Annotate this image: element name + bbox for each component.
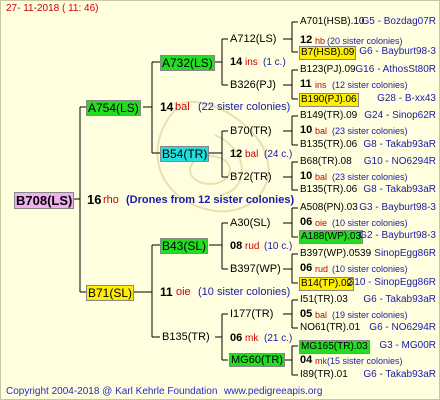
l4-location: G3 - MG00R — [379, 340, 436, 351]
l4-location: G6 - Bayburt98-3 — [359, 46, 436, 57]
ggp-7-id[interactable]: I177(TR) — [230, 308, 273, 320]
parent-2-id[interactable]: B71(SL) — [86, 285, 135, 301]
l4-location: G5 - Bozdag07R — [361, 16, 437, 27]
ggp-2-id[interactable]: B326(PJ) — [230, 79, 276, 91]
l4-gen: 05 — [300, 308, 313, 320]
grandparent-1-type: ins — [245, 57, 258, 68]
grandparent-1-id[interactable]: A732(LS) — [160, 55, 215, 71]
l4-location: G10 - SinopEgg86R — [346, 277, 436, 288]
ggp-3-id[interactable]: B70(TR) — [230, 125, 272, 137]
l4-id[interactable]: B149(TR).09 — [300, 110, 357, 122]
l4-type: bal — [315, 126, 328, 136]
l4-id[interactable]: A188(WP).03 — [299, 230, 364, 244]
l4-gen: 06 — [300, 262, 313, 274]
grandparent-3-type: rud — [245, 241, 260, 252]
l4-gen: 10 — [300, 170, 313, 182]
l4-location: G3 - Bayburt98-3 — [359, 202, 436, 213]
l4-id[interactable]: MG165(TR).03 — [299, 340, 370, 354]
l4-id[interactable]: B397(WP).0539 — [300, 248, 371, 260]
l4-note: (15 sister colonies) — [327, 356, 403, 366]
grandparent-3-note: (10 c.) — [264, 241, 293, 252]
grandparent-2-note: (24 c.) — [264, 149, 293, 160]
root-type: rho — [103, 194, 119, 206]
l4-type: bal — [315, 310, 328, 320]
parent-2-gen: 11 — [160, 285, 173, 299]
grandparent-4-type: mk — [245, 333, 259, 344]
l4-note: (10 sister colonies) — [332, 264, 408, 274]
l4-type: bal — [315, 172, 328, 182]
ggp-6-id[interactable]: B397(WP) — [230, 263, 281, 275]
ggp-1-id[interactable]: A712(LS) — [230, 33, 276, 45]
grandparent-1-gen: 14 — [230, 56, 243, 68]
root-id[interactable]: B708(LS) — [14, 192, 75, 209]
l4-id[interactable]: B68(TR).08 — [300, 156, 352, 168]
l4-note: (19 sister colonies) — [332, 310, 408, 320]
l4-id[interactable]: NO61(TR).01 — [300, 322, 360, 334]
l4-gen: 12 — [300, 34, 313, 46]
ggp-4-id[interactable]: B72(TR) — [230, 171, 272, 183]
l4-location: G6 - Takab93aR — [363, 369, 436, 380]
l4-location: G28 - B-xx43 — [377, 93, 436, 104]
l4-type: ins — [315, 80, 327, 90]
l4-gen: 10 — [300, 124, 313, 136]
copyright: Copyright 2004-2018 @ Karl Kehrle Founda… — [6, 386, 218, 397]
root-gen: 16 — [87, 192, 102, 207]
l4-id[interactable]: B190(PJ).06 — [299, 93, 359, 107]
l4-location: G24 - Sinop62R — [364, 110, 436, 121]
l4-id[interactable]: B135(TR).06 — [300, 184, 357, 196]
site-link[interactable]: www.pedigreeapis.org — [224, 386, 322, 398]
l4-id[interactable]: I51(TR).03 — [300, 294, 348, 306]
l4-gen: 04 — [300, 354, 313, 366]
parent-1-note: (22 sister colonies) — [198, 101, 291, 113]
ggp-8-id[interactable]: MG60(TR) — [229, 353, 285, 367]
l4-id[interactable]: A701(HSB).10 — [300, 16, 364, 28]
l4-id[interactable]: B123(PJ).09 — [300, 64, 356, 76]
l4-id[interactable]: B7(HSB).09 — [299, 46, 357, 60]
root-note: (Drones from 12 sister colonies) — [126, 194, 295, 206]
l4-location: G6 - Takab93aR — [363, 294, 436, 305]
grandparent-4-id[interactable]: B135(TR) — [162, 331, 210, 343]
l4-note: (12 sister colonies) — [332, 80, 408, 90]
parent-1-id[interactable]: A754(LS) — [86, 100, 141, 116]
l4-location: G8 - Takab93aR — [363, 139, 436, 150]
l4-note: (23 sister colonies) — [332, 172, 408, 182]
parent-1-gen: 14 — [160, 100, 174, 114]
l4-id[interactable]: I89(TR).01 — [300, 369, 348, 381]
grandparent-4-gen: 06 — [230, 332, 243, 344]
l4-location: - SinopEgg86R — [368, 248, 436, 259]
l4-note: (23 sister colonies) — [332, 126, 408, 136]
l4-type: rud — [315, 264, 329, 274]
l4-type: mk — [315, 356, 327, 366]
l4-id[interactable]: B135(TR).06 — [300, 139, 357, 151]
grandparent-2-type: bal — [245, 149, 259, 160]
grandparent-1-note: (1 c.) — [263, 57, 286, 68]
parent-1-type: bal — [175, 101, 190, 113]
l4-type: oie — [315, 218, 328, 228]
grandparent-2-gen: 12 — [230, 148, 243, 160]
parent-2-type: oie — [176, 286, 191, 298]
l4-note: (10 sister colonies) — [332, 218, 408, 228]
l4-location: G2 - Bayburt98-3 — [359, 230, 436, 241]
timestamp: 27- 11-2018 ( 11: 46) — [6, 3, 99, 14]
l4-location: G10 - NO6294R — [363, 156, 436, 167]
grandparent-3-gen: 08 — [230, 240, 243, 252]
l4-gen: 11 — [300, 78, 312, 90]
l4-gen: 06 — [300, 216, 313, 228]
l4-location: G8 - Takab93aR — [363, 184, 436, 195]
l4-location: G6 - NO6294R — [369, 322, 436, 333]
parent-2-note: (10 sister colonies) — [198, 286, 291, 298]
l4-id[interactable]: A508(PN).03 — [300, 202, 358, 214]
ggp-5-id[interactable]: A30(SL) — [230, 217, 270, 229]
grandparent-3-id[interactable]: B43(SL) — [160, 238, 209, 254]
grandparent-2-id[interactable]: B54(TR) — [160, 146, 210, 162]
grandparent-4-note: (21 c.) — [264, 333, 293, 344]
l4-location: G16 - AthosSt80R — [355, 64, 436, 75]
